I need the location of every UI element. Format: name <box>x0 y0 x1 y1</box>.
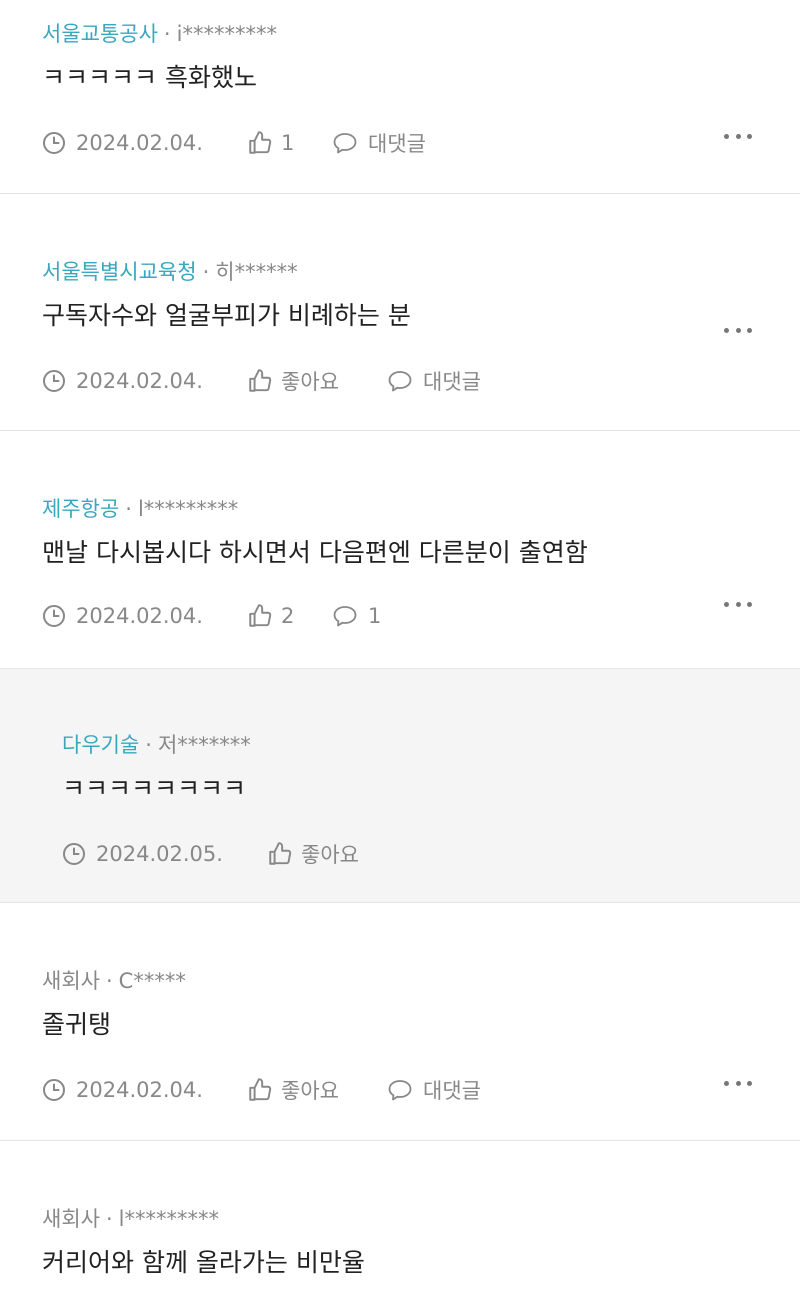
author-line: 다우기술 · 저******* <box>62 729 251 759</box>
reply-button[interactable]: 대댓글 <box>387 1075 481 1105</box>
comment-meta: 2024.02.04. 1 대댓글 <box>42 128 426 158</box>
like-button[interactable]: 1 <box>247 130 332 156</box>
separator: · <box>202 260 210 284</box>
date-text: 2024.02.04. <box>76 131 203 155</box>
comment-date: 2024.02.04. <box>42 1078 247 1102</box>
author-company-label: 새회사 <box>42 969 100 993</box>
reply-button[interactable]: 1 <box>332 604 381 628</box>
author-company-link[interactable]: 다우기술 <box>62 733 139 757</box>
like-label: 좋아요 <box>281 370 339 394</box>
comment-date: 2024.02.04. <box>42 131 247 155</box>
speech-bubble-icon <box>388 1080 412 1101</box>
comment-date: 2024.02.04. <box>42 604 247 628</box>
comment-meta: 2024.02.04. 좋아요 대댓글 <box>42 1075 481 1105</box>
reply-label: 대댓글 <box>423 370 481 394</box>
clock-icon <box>43 605 65 627</box>
date-text: 2024.02.04. <box>76 1078 203 1102</box>
comment-item: 서울특별시교육청 · 히****** 구독자수와 얼굴부피가 비례하는 분 2024… <box>0 194 800 431</box>
separator: · <box>145 733 152 757</box>
comment-text: ㅋㅋㅋㅋㅋ 흑화했노 <box>42 63 257 92</box>
thumbs-up-icon <box>249 131 272 154</box>
comment-text: ㅋㅋㅋㅋㅋㅋㅋㅋ <box>62 774 247 803</box>
comment-meta: 2024.02.04. 2 1 <box>42 603 381 629</box>
clock-icon <box>63 843 85 865</box>
comment-item: 제주항공 · l********* 맨날 다시봅시다 하시면서 다음편엔 다른분이 … <box>0 431 800 669</box>
reply-button[interactable]: 대댓글 <box>332 128 426 158</box>
author-line: 서울특별시교육청 · 히****** <box>42 256 298 286</box>
like-button[interactable]: 좋아요 <box>267 839 407 869</box>
reply-count: 1 <box>368 604 382 628</box>
date-text: 2024.02.04. <box>76 369 203 393</box>
author-username: 저******* <box>157 733 251 757</box>
date-text: 2024.02.04. <box>76 604 203 628</box>
author-company-link[interactable]: 제주항공 <box>42 497 119 521</box>
comment-meta: 2024.02.05. 좋아요 <box>62 839 407 869</box>
like-button[interactable]: 좋아요 <box>247 366 387 396</box>
comment-item: 새회사 · l********* 커리어와 함께 올라가는 비만율 <box>0 1141 800 1290</box>
speech-bubble-icon <box>333 133 357 154</box>
separator: · <box>125 497 132 521</box>
author-line: 제주항공 · l********* <box>42 493 238 523</box>
comment-date: 2024.02.05. <box>62 842 267 866</box>
reply-comment-item: 다우기술 · 저******* ㅋㅋㅋㅋㅋㅋㅋㅋ 2024.02.05. 좋아요 <box>0 669 800 903</box>
author-company-link[interactable]: 서울특별시교육청 <box>42 260 197 284</box>
more-options-icon[interactable] <box>724 1078 752 1088</box>
author-username: 히****** <box>215 260 298 284</box>
separator: · <box>105 969 113 993</box>
like-label: 좋아요 <box>281 1079 339 1103</box>
author-username: l********* <box>118 1207 219 1231</box>
thumbs-up-icon <box>249 1078 272 1101</box>
comment-text: 커리어와 함께 올라가는 비만율 <box>42 1248 365 1277</box>
author-line: 새회사 · l********* <box>42 1203 219 1233</box>
like-count: 1 <box>281 131 295 155</box>
more-options-icon[interactable] <box>724 325 752 335</box>
speech-bubble-icon <box>333 606 357 627</box>
clock-icon <box>43 370 65 392</box>
comment-meta: 2024.02.04. 좋아요 대댓글 <box>42 366 481 396</box>
author-username: l********* <box>137 497 239 521</box>
author-username: i********* <box>176 22 277 46</box>
like-label: 좋아요 <box>301 843 359 867</box>
author-company-link[interactable]: 서울교통공사 <box>42 22 158 46</box>
more-options-icon[interactable] <box>724 599 752 609</box>
comment-text: 구독자수와 얼굴부피가 비례하는 분 <box>42 301 411 330</box>
comment-text: 맨날 다시봅시다 하시면서 다음편엔 다른분이 출연함 <box>42 538 588 567</box>
clock-icon <box>43 1079 65 1101</box>
more-options-icon[interactable] <box>724 131 752 141</box>
author-line: 새회사 · C***** <box>42 965 186 995</box>
clock-icon <box>43 132 65 154</box>
thumbs-up-icon <box>249 369 272 392</box>
like-count: 2 <box>281 604 295 628</box>
reply-label: 대댓글 <box>368 132 426 156</box>
separator: · <box>105 1207 113 1231</box>
comment-date: 2024.02.04. <box>42 369 247 393</box>
author-company-label: 새회사 <box>42 1207 100 1231</box>
like-button[interactable]: 좋아요 <box>247 1075 387 1105</box>
reply-button[interactable]: 대댓글 <box>387 366 481 396</box>
date-text: 2024.02.05. <box>96 842 223 866</box>
thumbs-up-icon <box>269 842 292 865</box>
comment-item: 새회사 · C***** 졸귀탱 2024.02.04. 좋아요 대댓글 <box>0 903 800 1141</box>
thumbs-up-icon <box>249 604 272 627</box>
author-line: 서울교통공사 · i********* <box>42 18 277 48</box>
comment-text: 졸귀탱 <box>42 1010 112 1039</box>
reply-label: 대댓글 <box>423 1079 481 1103</box>
like-button[interactable]: 2 <box>247 603 332 629</box>
comment-item: 서울교통공사 · i********* ㅋㅋㅋㅋㅋ 흑화했노 2024.02.04.… <box>0 0 800 194</box>
separator: · <box>163 22 171 46</box>
speech-bubble-icon <box>388 371 412 392</box>
author-username: C***** <box>118 969 186 993</box>
